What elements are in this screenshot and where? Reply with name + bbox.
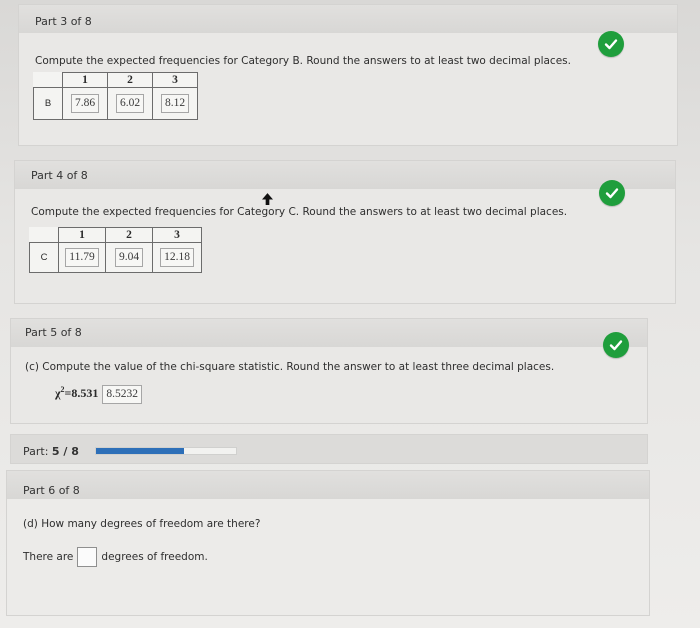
answer-field[interactable]: 12.18 [160, 248, 194, 267]
part-6-title: Part 6 of 8 [23, 484, 80, 497]
progress-panel: Part: 5 / 8 [10, 434, 648, 464]
answer-field[interactable]: 7.86 [70, 94, 100, 113]
progress-bar-fill [96, 448, 184, 454]
part-5-title: Part 5 of 8 [25, 326, 82, 339]
check-circle-icon [598, 31, 624, 57]
part-3-header [19, 5, 677, 33]
table-corner [34, 73, 63, 88]
part-6-panel: Part 6 of 8 (d) How many degrees of free… [6, 470, 650, 616]
part-3-panel: Part 3 of 8 Compute the expected frequen… [18, 4, 678, 146]
answer-field[interactable]: 6.02 [115, 94, 145, 113]
expected-cell: 12.18 [152, 242, 202, 273]
expected-cell: 11.79 [58, 242, 106, 273]
chi-square-value: 8.531 [71, 386, 99, 400]
part-5-instruction: (c) Compute the value of the chi-square … [25, 361, 555, 373]
expected-cell: 6.02 [107, 87, 153, 120]
part-3-instruction: Compute the expected frequencies for Cat… [35, 55, 571, 67]
progress-label-text: Part: [23, 445, 49, 458]
row-label: C [29, 242, 59, 273]
table-corner [30, 228, 59, 243]
progress-total: 8 [71, 445, 79, 458]
answer-field[interactable]: 9.04 [114, 248, 144, 267]
check-circle-icon [603, 332, 629, 358]
df-prefix: There are [23, 551, 74, 563]
part-3-frequency-table: 1 2 3 B 7.86 6.02 8.12 [33, 72, 198, 120]
chi-square-answer-field[interactable]: 8.5232 [102, 385, 143, 404]
expected-cell: 9.04 [105, 242, 153, 273]
progress-bar [95, 447, 237, 455]
part-6-instruction: (d) How many degrees of freedom are ther… [23, 518, 261, 530]
column-header: 3 [152, 72, 198, 88]
answer-field[interactable]: 8.12 [160, 94, 190, 113]
mouse-cursor-icon [262, 193, 273, 205]
expected-cell: 7.86 [62, 87, 108, 120]
expected-cell: 8.12 [152, 87, 198, 120]
part-4-frequency-table: 1 2 3 C 11.79 9.04 12.18 [29, 227, 202, 273]
column-header: 1 [58, 227, 106, 243]
progress-separator: / [59, 445, 72, 458]
chi-square-statement: χ2=8.531 8.5232 [55, 385, 143, 404]
column-header: 1 [62, 72, 108, 88]
part-4-panel: Part 4 of 8 Compute the expected frequen… [14, 160, 676, 304]
column-header: 3 [152, 227, 202, 243]
column-header: 2 [105, 227, 153, 243]
progress-current: 5 [51, 445, 60, 458]
df-suffix: degrees of freedom. [101, 551, 208, 563]
row-label: B [33, 87, 63, 120]
part-6-header [7, 471, 649, 499]
part-4-instruction: Compute the expected frequencies for Cat… [31, 206, 568, 218]
part-3-title: Part 3 of 8 [35, 15, 92, 28]
check-circle-icon [599, 180, 625, 206]
answer-field[interactable]: 11.79 [65, 248, 99, 267]
part-4-header [15, 161, 675, 189]
part-5-panel: Part 5 of 8 (c) Compute the value of the… [10, 318, 648, 424]
degrees-of-freedom-input[interactable] [77, 547, 98, 567]
degrees-of-freedom-line: There are degrees of freedom. [23, 547, 208, 567]
part-5-header [11, 319, 647, 347]
progress-label: Part: 5 / 8 [23, 445, 79, 458]
column-header: 2 [107, 72, 153, 88]
part-4-title: Part 4 of 8 [31, 169, 88, 182]
